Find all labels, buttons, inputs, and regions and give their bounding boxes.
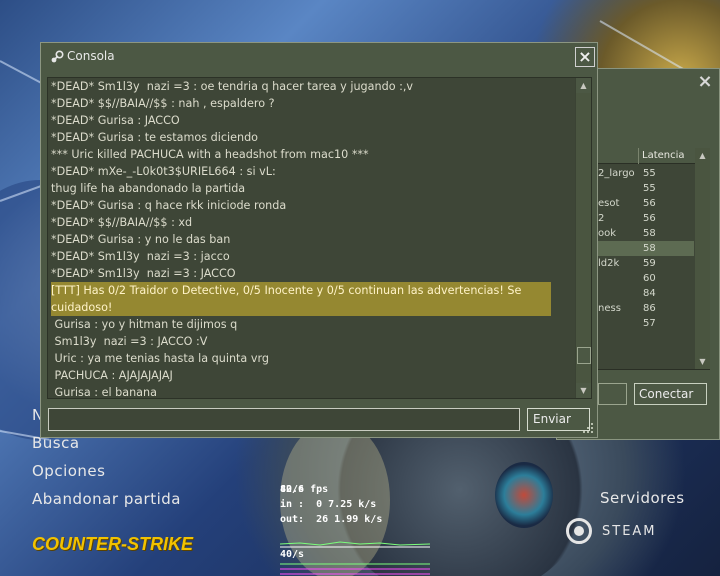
server-row[interactable]: ld2k 59 bbox=[598, 256, 694, 271]
console-line: PACHUCA : AJAJAJAJAJ bbox=[51, 369, 173, 382]
console-line: *** Uric killed PACHUCA with a headshot … bbox=[51, 148, 369, 161]
console-log: *DEAD* Sm1l3y nazi =3 : oe tendria q hac… bbox=[51, 78, 573, 398]
counter-strike-logo: COUNTER-STRIKE bbox=[32, 534, 193, 555]
console-command-input[interactable] bbox=[48, 408, 520, 431]
server-latency: 86 bbox=[643, 303, 656, 314]
server-browser-secondary-button[interactable] bbox=[598, 383, 627, 405]
server-name: ook bbox=[598, 228, 617, 239]
server-name: ness bbox=[598, 303, 621, 314]
netgraph-plot-2 bbox=[280, 563, 430, 575]
console-line: Sm1l3y nazi =3 : JACCO :V bbox=[51, 335, 208, 348]
menu-item-options[interactable]: Opciones bbox=[32, 462, 105, 480]
console-line: *DEAD* Gurisa : y no le das ban bbox=[51, 233, 231, 246]
server-latency: 55 bbox=[643, 168, 656, 179]
scroll-up-icon[interactable]: ▲ bbox=[576, 78, 591, 93]
resize-grip-icon[interactable] bbox=[582, 422, 594, 434]
console-line: *DEAD* $$//BAIA//$$ : xd bbox=[51, 216, 193, 229]
send-button[interactable]: Enviar bbox=[527, 408, 590, 431]
server-list-scrollbar[interactable]: ▲ ▼ bbox=[695, 148, 710, 369]
console-title-bar[interactable] bbox=[40, 42, 598, 72]
connect-button[interactable]: Conectar bbox=[634, 383, 707, 405]
server-row[interactable]: 58 bbox=[598, 241, 694, 256]
server-latency: 57 bbox=[643, 318, 656, 329]
console-title: Consola bbox=[67, 49, 115, 63]
server-latency: 58 bbox=[643, 243, 656, 254]
server-latency: 59 bbox=[643, 258, 656, 269]
console-line: Uric : ya me tenias hasta la quinta vrg bbox=[51, 352, 269, 365]
console-scroll-thumb[interactable] bbox=[577, 347, 591, 364]
server-row[interactable]: ook 58 bbox=[598, 226, 694, 241]
server-row[interactable]: 57 bbox=[598, 316, 694, 331]
console-line: *DEAD* Gurisa : te estamos diciendo bbox=[51, 131, 259, 144]
menu-item-leave-game[interactable]: Abandonar partida bbox=[32, 490, 181, 508]
server-name: 2_largo bbox=[598, 168, 635, 179]
server-row[interactable]: ness 86 bbox=[598, 301, 694, 316]
server-name: esot bbox=[598, 198, 620, 209]
server-row[interactable]: esot 56 bbox=[598, 196, 694, 211]
server-row[interactable]: 55 bbox=[598, 181, 694, 196]
server-row[interactable]: 84 bbox=[598, 286, 694, 301]
console-line: thug life ha abandonado la partida bbox=[51, 182, 246, 195]
server-row[interactable]: 2 56 bbox=[598, 211, 694, 226]
scroll-down-icon[interactable]: ▼ bbox=[576, 383, 591, 398]
tattoo-emblem bbox=[495, 462, 553, 528]
netgraph-fps-rate: 40/s bbox=[280, 484, 305, 495]
server-latency: 56 bbox=[643, 198, 656, 209]
net-graph: 82.6 fps 40/s in : 0 7.25 k/s out: 26 1.… bbox=[280, 482, 435, 576]
console-line: *DEAD* Sm1l3y nazi =3 : JACCO bbox=[51, 267, 236, 280]
console-line: *DEAD* $$//BAIA//$$ : nah , espaldero ? bbox=[51, 97, 275, 110]
steam-icon bbox=[51, 50, 64, 63]
console-line: Gurisa : el banana bbox=[51, 386, 157, 398]
server-row[interactable]: 60 bbox=[598, 271, 694, 286]
console-line: *DEAD* Gurisa : q hace rkk iniciode rond… bbox=[51, 199, 287, 212]
steam-logo: STEAM bbox=[566, 518, 657, 544]
server-browser-close-button[interactable]: × bbox=[697, 73, 713, 91]
server-latency: 84 bbox=[643, 288, 656, 299]
logo-text: COUNTER-STRIKE bbox=[32, 534, 193, 554]
console-scrollbar[interactable]: ▲ ▼ bbox=[575, 78, 591, 398]
server-row[interactable]: 2_largo 55 bbox=[598, 166, 694, 181]
console-line: *DEAD* Gurisa : JACCO bbox=[51, 114, 180, 127]
console-line: Gurisa : yo y hitman te dijimos q bbox=[51, 318, 238, 331]
server-latency: 55 bbox=[643, 183, 656, 194]
console-line: *DEAD* Sm1l3y nazi =3 : jacco bbox=[51, 250, 230, 263]
servers-button[interactable]: Servidores bbox=[600, 489, 685, 507]
console-close-button[interactable]: × bbox=[575, 47, 595, 67]
console-line-highlight: [TTT] Has 0/2 Traidor o Detective, 0/5 I… bbox=[51, 282, 551, 316]
steam-icon bbox=[566, 518, 592, 544]
netgraph-plot bbox=[280, 541, 430, 548]
scroll-down-icon[interactable]: ▼ bbox=[695, 354, 710, 369]
console-line: *DEAD* mXe-_-L0k0t3$URIEL664 : si vL: bbox=[51, 165, 276, 178]
server-latency: 60 bbox=[643, 273, 656, 284]
server-name: ld2k bbox=[598, 258, 620, 269]
console-line: *DEAD* Sm1l3y nazi =3 : oe tendria q hac… bbox=[51, 80, 414, 93]
server-latency: 58 bbox=[643, 228, 656, 239]
server-latency: 56 bbox=[643, 213, 656, 224]
netgraph-out: out: 26 1.99 k/s bbox=[280, 514, 383, 525]
netgraph-rate2: 40/s bbox=[280, 549, 305, 560]
column-header-latency[interactable]: Latencia bbox=[638, 148, 694, 164]
steam-logo-text: STEAM bbox=[602, 523, 657, 539]
scroll-up-icon[interactable]: ▲ bbox=[695, 148, 710, 163]
server-name: 2 bbox=[598, 213, 605, 224]
netgraph-in: in : 0 7.25 k/s bbox=[280, 499, 377, 510]
